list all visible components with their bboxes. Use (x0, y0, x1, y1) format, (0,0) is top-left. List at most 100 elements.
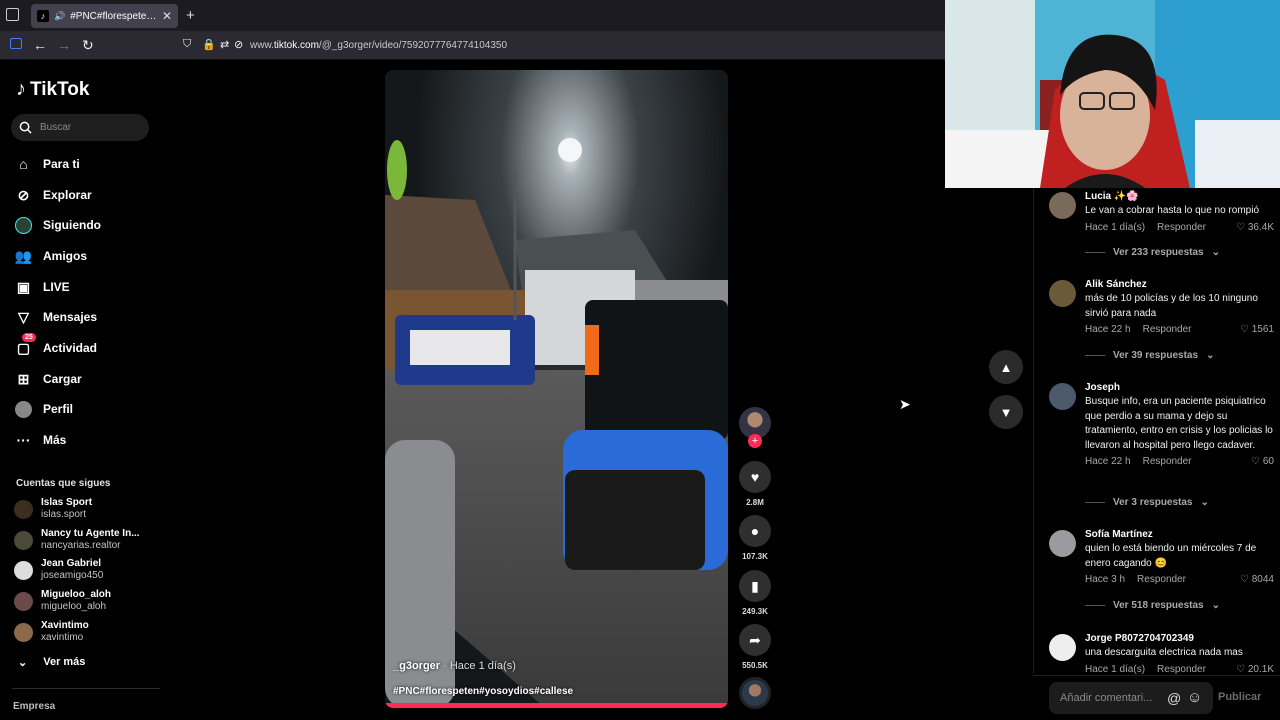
nav-mensajes[interactable]: ▽ Mensajes (15, 306, 97, 328)
forward-icon[interactable]: → (57, 37, 71, 53)
commenter-name[interactable]: Alik Sánchez (1085, 278, 1274, 292)
upload-icon: ⊞ (17, 370, 30, 387)
bookmark-icon[interactable]: ▮ (739, 570, 771, 602)
save-action[interactable]: ▮ 249.3K (738, 570, 772, 616)
commenter-avatar[interactable] (1049, 530, 1076, 557)
nav-cargar[interactable]: ⊞ Cargar (15, 368, 82, 390)
tab-list-icon[interactable] (6, 8, 19, 21)
footer-link-empresa[interactable]: Empresa (13, 701, 55, 712)
tiktok-favicon-icon: ♪ (37, 10, 49, 22)
nav-label: Actividad (43, 341, 98, 355)
tiktok-logo[interactable]: ♪ TikTok (16, 78, 89, 101)
commenter-name[interactable]: Sofía Martínez (1085, 528, 1274, 542)
following-account[interactable]: Jean Gabriel joseamigo450 (14, 558, 103, 582)
comment-text: Le van a cobrar hasta lo que no rompió (1085, 205, 1259, 216)
commenter-avatar[interactable] (1049, 192, 1076, 219)
compass-icon: ⊘ (17, 186, 30, 203)
comment-action[interactable]: ● 107.3K (738, 515, 772, 561)
comment-like-button[interactable]: ♡ 60 (1251, 456, 1274, 467)
address-bar[interactable]: www.tiktok.com/@_g3orger/video/759207776… (250, 40, 507, 51)
reply-button[interactable]: Responder (1137, 574, 1186, 585)
reload-icon[interactable]: ↻ (82, 37, 94, 54)
sidebar-toggle-icon[interactable] (10, 38, 22, 49)
view-replies-button[interactable]: Ver 39 respuestas ⌄ (1085, 350, 1214, 361)
close-tab-icon[interactable]: ✕ (162, 9, 172, 23)
brand-name: TikTok (30, 78, 90, 100)
comment-icon[interactable]: ● (739, 515, 771, 547)
commenter-avatar[interactable] (1049, 634, 1076, 661)
video-author[interactable]: _g3orger · Hace 1 día(s) (393, 660, 516, 672)
music-disc-avatar[interactable] (739, 677, 771, 709)
commenter-name[interactable]: Lucia ✨🌸 (1085, 190, 1274, 204)
comments-panel[interactable]: Lucia ✨🌸 Le van a cobrar hasta lo que no… (1033, 188, 1280, 674)
back-icon[interactable]: ← (33, 37, 47, 53)
account-handle: islas.sport (41, 509, 87, 520)
commenter-name[interactable]: Jorge P8072704702349 (1085, 632, 1274, 646)
following-account[interactable]: Xavintimo xavintimo (14, 620, 89, 644)
video-caption[interactable]: #PNC#florespeten#yosoydios#callese (393, 686, 573, 697)
url-domain: tiktok.com (273, 40, 319, 51)
sidebar-divider (12, 688, 160, 689)
nav-para-ti[interactable]: ⌂ Para ti (15, 153, 80, 175)
share-icon[interactable]: ➦ (739, 624, 771, 656)
mention-icon[interactable]: @ (1167, 690, 1181, 706)
author-name: _g3orger (393, 660, 441, 672)
follow-plus-icon[interactable]: + (748, 434, 762, 448)
lock-icon[interactable]: 🔒 (202, 38, 216, 51)
commenter-name[interactable]: Joseph (1085, 381, 1274, 395)
like-action[interactable]: ♥ 2.8M (738, 461, 772, 507)
replies-line (1085, 605, 1105, 606)
comment-like-button[interactable]: ♡ 36.4K (1236, 222, 1274, 233)
activity-icon: ▢ 25 (15, 332, 36, 357)
heart-icon[interactable]: ♥ (739, 461, 771, 493)
chevron-down-icon: ⌄ (1200, 497, 1209, 508)
nav-mas[interactable]: ··· Más (15, 429, 67, 451)
video-player[interactable] (385, 70, 728, 708)
reply-button[interactable]: Responder (1143, 456, 1192, 467)
next-video-button[interactable]: ▼ (989, 395, 1023, 429)
following-account[interactable]: Nancy tu Agente In... nancyarias.realtor (14, 528, 140, 552)
view-replies-button[interactable]: Ver 518 respuestas ⌄ (1085, 600, 1220, 611)
replies-label: Ver 518 respuestas (1113, 600, 1204, 611)
see-more-button[interactable]: ⌄ Ver más (18, 656, 85, 669)
profile-icon (15, 400, 32, 418)
tracking-blocked-icon[interactable]: ⊘ (234, 38, 243, 51)
commenter-avatar[interactable] (1049, 280, 1076, 307)
comment-like-count: 1561 (1251, 324, 1274, 335)
share-action[interactable]: ➦ 550.5K (738, 624, 772, 670)
reply-button[interactable]: Responder (1157, 664, 1206, 675)
commenter-avatar[interactable] (1049, 383, 1076, 410)
nav-live[interactable]: ▣ LIVE (15, 276, 70, 298)
comment-item: Lucia ✨🌸 Le van a cobrar hasta lo que no… (1049, 190, 1274, 233)
following-account[interactable]: Islas Sport islas.sport (14, 497, 92, 521)
nav-label: Para ti (43, 157, 80, 171)
comment-like-button[interactable]: ♡ 8044 (1240, 574, 1274, 585)
nav-explorar[interactable]: ⊘ Explorar (15, 184, 92, 206)
audio-icon[interactable]: 🔊 (54, 11, 65, 22)
avatar (14, 560, 33, 580)
following-account[interactable]: Migueloo_aloh migueloo_aloh (14, 589, 111, 613)
account-name: Nancy tu Agente In... (41, 528, 140, 539)
new-tab-icon[interactable]: + (186, 7, 195, 24)
publish-button[interactable]: Publicar (1218, 691, 1261, 703)
search-input[interactable]: Buscar (11, 114, 149, 141)
nav-siguiendo[interactable]: Siguiendo (15, 214, 101, 236)
previous-video-button[interactable]: ▲ (989, 350, 1023, 384)
comment-like-button[interactable]: ♡ 1561 (1240, 324, 1274, 335)
reply-button[interactable]: Responder (1157, 222, 1206, 233)
more-icon: ··· (16, 432, 31, 448)
nav-perfil[interactable]: Perfil (15, 398, 73, 420)
account-handle: joseamigo450 (41, 570, 104, 581)
permissions-icon[interactable]: ⇄ (220, 38, 229, 51)
view-replies-button[interactable]: Ver 3 respuestas ⌄ (1085, 497, 1209, 508)
nav-actividad[interactable]: ▢ 25 Actividad (15, 332, 98, 359)
nav-amigos[interactable]: 👥 Amigos (15, 245, 87, 267)
reply-button[interactable]: Responder (1143, 324, 1192, 335)
emoji-icon[interactable]: ☺ (1187, 689, 1202, 706)
view-replies-button[interactable]: Ver 233 respuestas ⌄ (1085, 247, 1220, 258)
browser-tab[interactable]: ♪ 🔊 #PNC#florespeten#yosoydi ✕ (31, 4, 178, 28)
shield-icon[interactable]: ⛉ (183, 38, 191, 51)
following-section-title: Cuentas que sigues (16, 478, 111, 489)
comment-like-button[interactable]: ♡ 20.1K (1236, 664, 1274, 675)
account-handle: xavintimo (41, 632, 84, 643)
